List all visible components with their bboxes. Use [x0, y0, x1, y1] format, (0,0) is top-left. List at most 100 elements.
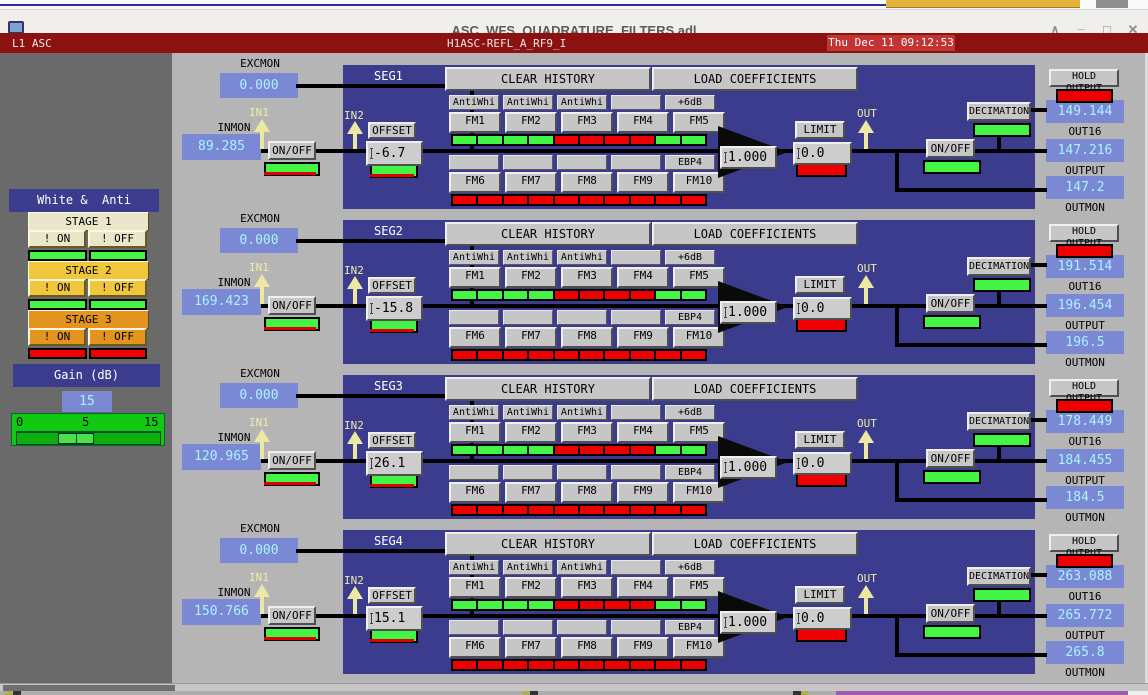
fm-button-fm2[interactable]: FM2 [505, 577, 557, 598]
limit-button[interactable]: LIMIT [795, 431, 845, 449]
input-onoff-button[interactable]: ON/OFF [268, 606, 316, 625]
hold-output-button[interactable]: HOLD OUTPUT [1049, 379, 1119, 397]
filter-slot-label: AntiWhi [449, 405, 499, 420]
decimation-button[interactable]: DECIMATION [967, 412, 1031, 431]
fm-button-fm6[interactable]: FM6 [449, 637, 501, 658]
filter-slot-label [557, 310, 607, 325]
output-onoff-button[interactable]: ON/OFF [926, 449, 975, 468]
input-onoff-button[interactable]: ON/OFF [268, 451, 316, 470]
fm-button-fm8[interactable]: FM8 [561, 172, 613, 193]
limit-entry[interactable]: 0.0 [793, 452, 852, 475]
clear-history-button[interactable]: CLEAR HISTORY [445, 222, 651, 246]
hold-output-button[interactable]: HOLD OUTPUT [1049, 69, 1119, 87]
clear-history-button[interactable]: CLEAR HISTORY [445, 532, 651, 556]
hold-output-button[interactable]: HOLD OUTPUT [1049, 534, 1119, 552]
fm-button-fm1[interactable]: FM1 [449, 267, 501, 288]
gain-entry[interactable]: 1.000 [720, 611, 777, 634]
filter-indicator-row1 [451, 444, 707, 456]
ifo-header: L1 ASC H1ASC-REFL_A_RF9_I Thu Dec 11 09:… [0, 33, 1148, 53]
fm-button-fm1[interactable]: FM1 [449, 112, 501, 133]
decimation-button[interactable]: DECIMATION [967, 257, 1031, 276]
limit-button[interactable]: LIMIT [795, 121, 845, 139]
fm-button-fm7[interactable]: FM7 [505, 172, 557, 193]
filter-indicator-row2 [451, 659, 707, 671]
output-onoff-button[interactable]: ON/OFF [926, 294, 975, 313]
fm-button-fm9[interactable]: FM9 [617, 172, 669, 193]
load-coefficients-button[interactable]: LOAD COEFFICIENTS [652, 532, 858, 556]
decimation-button[interactable]: DECIMATION [967, 102, 1031, 121]
fm-button-fm6[interactable]: FM6 [449, 482, 501, 503]
offset-button[interactable]: OFFSET [368, 277, 416, 294]
fm-button-fm8[interactable]: FM8 [561, 327, 613, 348]
filter-slot-label: AntiWhi [449, 560, 499, 575]
gain-entry[interactable]: 1.000 [720, 301, 777, 324]
fm-button-fm1[interactable]: FM1 [449, 577, 501, 598]
limit-entry[interactable]: 0.0 [793, 607, 852, 630]
in1-label: IN1 [249, 571, 269, 584]
titlebar[interactable]: ASC_WFS_QUADRATURE_FILTERS.adl ∧ _ □ ✕ [0, 9, 1148, 34]
offset-button[interactable]: OFFSET [368, 587, 416, 604]
fm-button-fm8[interactable]: FM8 [561, 482, 613, 503]
filter-state-cell [580, 196, 603, 204]
fm-button-fm3[interactable]: FM3 [561, 112, 613, 133]
offset-entry[interactable]: 26.1 [366, 451, 423, 476]
load-coefficients-button[interactable]: LOAD COEFFICIENTS [652, 222, 858, 246]
fm-button-fm6[interactable]: FM6 [449, 172, 501, 193]
input-onoff-button[interactable]: ON/OFF [268, 296, 316, 315]
fm-button-fm9[interactable]: FM9 [617, 482, 669, 503]
clear-history-button[interactable]: CLEAR HISTORY [445, 67, 651, 91]
offset-entry[interactable]: 15.1 [366, 606, 423, 631]
filter-slot-label: AntiWhi [449, 95, 499, 110]
gain-entry[interactable]: 1.000 [720, 456, 777, 479]
limit-entry[interactable]: 0.0 [793, 142, 852, 165]
offset-button[interactable]: OFFSET [368, 432, 416, 449]
filter-labels-row1: AntiWhiAntiWhiAntiWhi+6dB [449, 250, 715, 265]
filter-state-cell [605, 351, 628, 359]
hold-output-button[interactable]: HOLD OUTPUT [1049, 224, 1119, 242]
fm-button-fm4[interactable]: FM4 [617, 577, 669, 598]
in2-arrow-icon [347, 276, 363, 289]
offset-entry[interactable]: -15.8 [366, 296, 423, 321]
fm-button-fm9[interactable]: FM9 [617, 327, 669, 348]
filter-state-cell [453, 351, 476, 359]
fm-button-fm7[interactable]: FM7 [505, 482, 557, 503]
fm-button-fm3[interactable]: FM3 [561, 577, 613, 598]
fm-button-fm2[interactable]: FM2 [505, 112, 557, 133]
fm-button-fm4[interactable]: FM4 [617, 267, 669, 288]
filter-state-cell [682, 196, 705, 204]
offset-button[interactable]: OFFSET [368, 122, 416, 139]
fm-button-fm7[interactable]: FM7 [505, 637, 557, 658]
offset-entry[interactable]: -6.7 [366, 141, 423, 166]
minimize-button[interactable]: _ [1071, 16, 1091, 31]
fm-button-fm4[interactable]: FM4 [617, 112, 669, 133]
fm-button-fm9[interactable]: FM9 [617, 637, 669, 658]
clear-history-button[interactable]: CLEAR HISTORY [445, 377, 651, 401]
inmon-readout: 150.766 [182, 599, 261, 625]
fm-button-fm6[interactable]: FM6 [449, 327, 501, 348]
fm-button-fm7[interactable]: FM7 [505, 327, 557, 348]
filter-state-cell [529, 351, 552, 359]
load-coefficients-button[interactable]: LOAD COEFFICIENTS [652, 67, 858, 91]
gain-entry[interactable]: 1.000 [720, 146, 777, 169]
out-label: OUT [857, 262, 877, 275]
input-onoff-button[interactable]: ON/OFF [268, 141, 316, 160]
fm-button-fm3[interactable]: FM3 [561, 422, 613, 443]
filter-slot-label [503, 465, 553, 480]
filter-state-cell [504, 601, 527, 609]
limit-button[interactable]: LIMIT [795, 276, 845, 294]
fm-button-fm2[interactable]: FM2 [505, 422, 557, 443]
load-coefficients-button[interactable]: LOAD COEFFICIENTS [652, 377, 858, 401]
filter-slot-label [611, 95, 661, 110]
output-onoff-button[interactable]: ON/OFF [926, 604, 975, 623]
inmon-readout: 89.285 [182, 134, 261, 160]
limit-entry[interactable]: 0.0 [793, 297, 852, 320]
fm-button-fm4[interactable]: FM4 [617, 422, 669, 443]
fm-button-fm1[interactable]: FM1 [449, 422, 501, 443]
fm-button-fm3[interactable]: FM3 [561, 267, 613, 288]
fm-button-fm8[interactable]: FM8 [561, 637, 613, 658]
fm-button-fm2[interactable]: FM2 [505, 267, 557, 288]
output-onoff-button[interactable]: ON/OFF [926, 139, 975, 158]
decimation-button[interactable]: DECIMATION [967, 567, 1031, 586]
filter-state-cell [555, 506, 578, 514]
limit-button[interactable]: LIMIT [795, 586, 845, 604]
